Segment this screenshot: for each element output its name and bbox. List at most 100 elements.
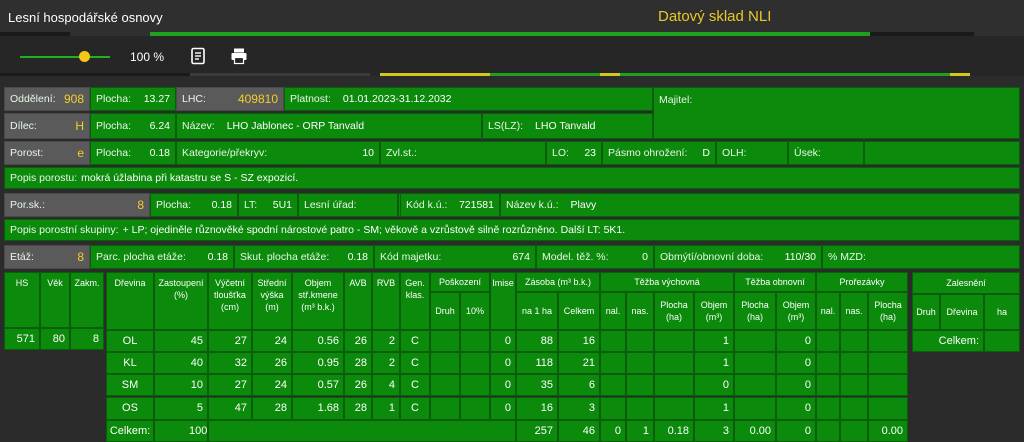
total-na-1-ha: 257 <box>516 420 558 442</box>
cell-druh <box>430 397 460 420</box>
platnost-cell: Platnost: 01.01.2023-31.12.2032 <box>284 87 653 111</box>
kod-ku-cell: Kód k.ú.: 721581 <box>400 193 500 217</box>
status-strip <box>950 73 970 76</box>
warehouse-title: Datový sklad NLI <box>658 8 772 25</box>
olh-cell: OLH: <box>716 141 788 165</box>
col-to-plocha: Plocha (ha) <box>734 292 776 330</box>
col-poskozeni: Poškození <box>430 272 490 292</box>
cell-pr-nas <box>840 330 868 352</box>
plocha-cell: Plocha: 0.18 <box>90 141 176 165</box>
col-rvb: RVB <box>372 272 400 330</box>
total-to-plocha: 0.00 <box>734 420 776 442</box>
col-objem: Objem stř.kmene (m³ b.k.) <box>292 272 344 330</box>
col-na-1-ha: na 1 ha <box>516 292 558 330</box>
model-tezby-cell: Model. těž. %: 0 <box>536 245 654 269</box>
cell-gen-klas: C <box>400 330 430 352</box>
lt-cell: LT: 5U1 <box>238 193 298 217</box>
cell-tv-plocha <box>654 330 694 352</box>
cell-imise: 0 <box>490 330 516 352</box>
cell-druh <box>430 352 460 374</box>
zoom-level: 100 % <box>130 50 165 64</box>
cell-celkem: 16 <box>558 330 600 352</box>
cell-drevina: OS <box>106 397 154 420</box>
cell-pr-nal <box>816 330 840 352</box>
cell-gen-klas: C <box>400 397 430 420</box>
total-pr-nal <box>816 420 840 442</box>
status-strip <box>0 73 190 76</box>
status-strip <box>380 73 490 76</box>
cell-na-1-ha: 35 <box>516 374 558 396</box>
cell-objem: 1.68 <box>292 397 344 420</box>
lhc-cell: LHC: 409810 <box>176 87 284 111</box>
total-label: Celkem: <box>106 420 154 442</box>
nazev-ku-cell: Název k.ú.: Plavy <box>500 193 1020 217</box>
skut-plocha-cell: Skut. plocha etáže: 0.18 <box>234 245 374 269</box>
status-strip <box>490 73 600 76</box>
col-pr-nas: nas. <box>840 292 868 330</box>
col-zal-ha: ha <box>984 294 1020 330</box>
cell-celkem: 6 <box>558 374 600 396</box>
col-avb: AVB <box>344 272 372 330</box>
total-tv-nas: 1 <box>626 420 654 442</box>
cell-tv-plocha <box>654 397 694 420</box>
print-icon[interactable] <box>230 47 248 65</box>
col-prorezavky: Prořezávky <box>816 272 908 292</box>
document-icon[interactable] <box>190 47 208 65</box>
dilec-cell: Dílec: H <box>4 113 90 139</box>
cell-tv-objem: 0 <box>694 374 734 396</box>
cell-tv-plocha <box>654 374 694 396</box>
oddeleni-cell: Oddělení: 908 <box>4 87 90 111</box>
porost-cell: Porost: e <box>4 141 90 165</box>
cell-avb: 26 <box>344 330 372 352</box>
cell-druh <box>430 330 460 352</box>
cell-na-1-ha: 118 <box>516 352 558 374</box>
col-tv-objem: Objem (m³) <box>694 292 734 330</box>
cell-rvb: 4 <box>372 374 400 396</box>
pasmo-cell: Pásmo ohrožení: D <box>602 141 716 165</box>
cell-drevina: OL <box>106 330 154 352</box>
cell-pr-plocha <box>868 330 908 352</box>
cell-vyska: 24 <box>252 330 292 352</box>
cell-tv-nas <box>626 330 654 352</box>
cell-tv-objem: 1 <box>694 330 734 352</box>
total-pr-plocha: 0.00 <box>868 420 908 442</box>
plocha-cell: Plocha: 6.24 <box>90 113 176 139</box>
cell-objem: 0.57 <box>292 374 344 396</box>
cell-na-1-ha: 88 <box>516 330 558 352</box>
cell-tv-nal <box>600 352 626 374</box>
zoom-slider[interactable] <box>20 56 110 58</box>
cell-10pct <box>460 330 490 352</box>
plocha-cell: Plocha: 0.18 <box>150 193 238 217</box>
cell-celkem: 21 <box>558 352 600 374</box>
cell-tv-nas <box>626 374 654 396</box>
cell-na-1-ha: 16 <box>516 397 558 420</box>
status-strip <box>620 73 950 76</box>
cell-pr-nas <box>840 397 868 420</box>
cell-gen-klas: C <box>400 374 430 396</box>
porsk-cell: Por.sk.: 8 <box>4 193 150 217</box>
top-header: Lesní hospodářské osnovy Datový sklad NL… <box>0 0 1024 36</box>
total-to-objem: 0 <box>776 420 816 442</box>
cell-to-objem: 0 <box>776 352 816 374</box>
cell-to-plocha <box>734 352 776 374</box>
etaz-cell: Etáž: 8 <box>4 245 90 269</box>
total-empty <box>208 420 516 442</box>
ls-cell: LS(LZ): LHO Tanvald <box>482 113 653 139</box>
hs-value: 571 <box>4 328 40 350</box>
cell-10pct <box>460 397 490 420</box>
cell-to-plocha <box>734 374 776 396</box>
cell-tv-nas <box>626 397 654 420</box>
col-tezba-vychovna: Těžba výchovná <box>600 272 734 292</box>
total-celkem: 46 <box>558 420 600 442</box>
cell-imise: 0 <box>490 352 516 374</box>
cell-drevina: SM <box>106 374 154 396</box>
majitel-cell: Majitel: <box>653 87 1020 139</box>
cell-tv-objem: 1 <box>694 352 734 374</box>
zal-celkem-value <box>984 330 1020 352</box>
col-zalesneni: Zalesnění <box>912 272 1020 294</box>
cell-tv-objem: 1 <box>694 397 734 420</box>
cell-rvb: 2 <box>372 352 400 374</box>
mzd-cell: % MZD: <box>822 245 1020 269</box>
cell-zastoupeni: 10 <box>154 374 208 396</box>
cell-rvb: 2 <box>372 330 400 352</box>
